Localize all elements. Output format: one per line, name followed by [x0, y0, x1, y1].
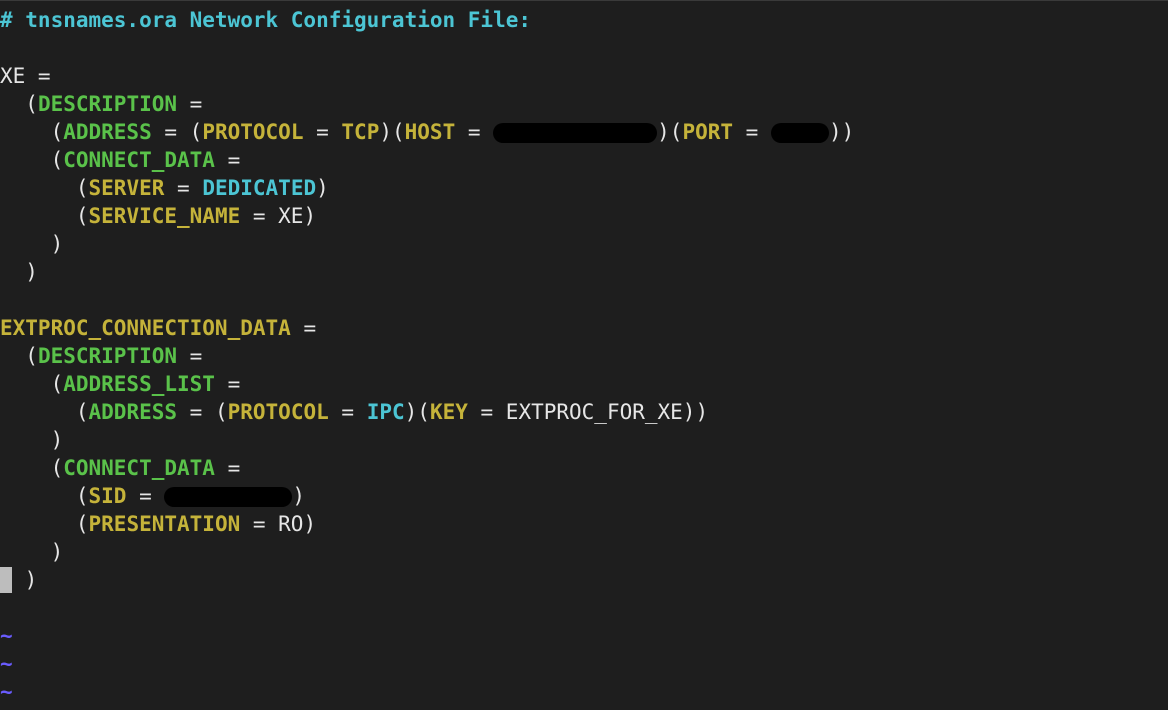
keyword-token: DESCRIPTION: [37, 92, 178, 116]
plain-text-token: XE =: [0, 64, 51, 88]
editor-line[interactable]: ~: [0, 622, 1168, 650]
plain-text-token: (: [0, 456, 64, 480]
sid-redaction: [164, 487, 293, 507]
parameter-token: SID: [88, 484, 127, 508]
host-redaction: [493, 123, 658, 143]
empty-line-marker: ~: [0, 680, 13, 704]
parameter-token: KEY: [429, 400, 468, 424]
plain-text-token: )(: [657, 120, 683, 144]
plain-text-token: (: [0, 176, 89, 200]
keyword-token: ADDRESS: [88, 400, 178, 424]
editor-line[interactable]: [0, 286, 1168, 314]
text-cursor: [0, 567, 12, 593]
parameter-token: TCP: [341, 120, 380, 144]
editor-line[interactable]: ): [0, 566, 1168, 594]
plain-text-token: = (: [177, 400, 228, 424]
keyword-token: ADDRESS_LIST: [63, 372, 215, 396]
editor-line[interactable]: (ADDRESS = (PROTOCOL = TCP)(HOST = )(POR…: [0, 118, 1168, 146]
plain-text-token: ): [0, 428, 64, 452]
parameter-token: PORT: [682, 120, 734, 144]
keyword-token: DESCRIPTION: [37, 344, 178, 368]
vim-editor-buffer[interactable]: # tnsnames.ora Network Configuration Fil…: [0, 6, 1168, 710]
plain-text-token: =: [177, 92, 203, 116]
parameter-token: SERVICE_NAME: [88, 204, 241, 228]
plain-text-token: (: [0, 484, 89, 508]
plain-text-token: )(: [404, 400, 430, 424]
plain-text-token: ): [0, 232, 64, 256]
editor-line[interactable]: (CONNECT_DATA =: [0, 146, 1168, 174]
plain-text-token: = EXTPROC_FOR_XE)): [467, 400, 709, 424]
plain-text-token: = RO): [240, 512, 317, 536]
plain-text-token: =: [214, 372, 241, 396]
plain-text-token: =: [164, 176, 203, 200]
comment-text: # tnsnames.ora Network Configuration Fil…: [0, 8, 532, 32]
parameter-token: EXTPROC_CONNECTION_DATA: [0, 316, 291, 340]
keyword-token: CONNECT_DATA: [63, 456, 215, 480]
editor-line[interactable]: (DESCRIPTION =: [0, 342, 1168, 370]
editor-line[interactable]: (CONNECT_DATA =: [0, 454, 1168, 482]
editor-line[interactable]: ~: [0, 678, 1168, 706]
plain-text-token: ): [0, 540, 64, 564]
plain-text-token: ): [292, 484, 306, 508]
value-token: DEDICATED: [202, 176, 317, 200]
keyword-token: CONNECT_DATA: [63, 148, 215, 172]
plain-text-token: (: [0, 204, 89, 228]
plain-text-token: =: [455, 120, 494, 144]
plain-text-token: = (: [151, 120, 203, 144]
plain-text-token: (: [0, 400, 89, 424]
editor-line[interactable]: (ADDRESS_LIST =: [0, 370, 1168, 398]
editor-line[interactable]: (SID = ): [0, 482, 1168, 510]
plain-text-token: =: [328, 400, 367, 424]
plain-text-token: =: [126, 484, 165, 508]
editor-line[interactable]: (PRESENTATION = RO): [0, 510, 1168, 538]
plain-text-token: ): [316, 176, 329, 200]
parameter-token: PRESENTATION: [88, 512, 241, 536]
empty-line-marker: ~: [0, 624, 13, 648]
plain-text-token: (: [0, 148, 64, 172]
plain-text-token: (: [0, 344, 38, 368]
plain-text-token: (: [0, 512, 89, 536]
editor-line[interactable]: (SERVER = DEDICATED): [0, 174, 1168, 202]
plain-text-token: )): [828, 120, 855, 144]
plain-text-token: (: [0, 372, 64, 396]
editor-line[interactable]: XE =: [0, 62, 1168, 90]
value-token: IPC: [366, 400, 405, 424]
plain-text-token: )(: [379, 120, 405, 144]
parameter-token: SERVER: [88, 176, 165, 200]
plain-text-token: (: [0, 92, 38, 116]
empty-line-marker: ~: [0, 652, 13, 676]
editor-line[interactable]: [0, 594, 1168, 622]
editor-line[interactable]: ): [0, 426, 1168, 454]
editor-line[interactable]: ~: [0, 650, 1168, 678]
editor-line[interactable]: (SERVICE_NAME = XE): [0, 202, 1168, 230]
editor-line[interactable]: (ADDRESS = (PROTOCOL = IPC)(KEY = EXTPRO…: [0, 398, 1168, 426]
editor-line[interactable]: [0, 34, 1168, 62]
editor-line[interactable]: (DESCRIPTION =: [0, 90, 1168, 118]
plain-text-token: =: [733, 120, 771, 144]
window-top-border: [0, 0, 1168, 1]
editor-line[interactable]: ): [0, 230, 1168, 258]
plain-text-token: =: [303, 120, 342, 144]
parameter-token: PROTOCOL: [227, 400, 329, 424]
plain-text-token: (: [0, 120, 64, 144]
editor-line[interactable]: ): [0, 258, 1168, 286]
plain-text-token: =: [214, 148, 241, 172]
editor-line[interactable]: # tnsnames.ora Network Configuration Fil…: [0, 6, 1168, 34]
editor-line[interactable]: ): [0, 538, 1168, 566]
keyword-token: ADDRESS: [63, 120, 152, 144]
plain-text-token: ): [0, 260, 38, 284]
parameter-token: HOST: [404, 120, 456, 144]
port-redaction: [770, 123, 829, 143]
plain-text-token: = XE): [240, 204, 317, 228]
plain-text-token: ): [12, 568, 38, 592]
plain-text-token: =: [214, 456, 241, 480]
plain-text-token: =: [177, 344, 203, 368]
editor-line[interactable]: EXTPROC_CONNECTION_DATA =: [0, 314, 1168, 342]
plain-text-token: =: [290, 316, 317, 340]
parameter-token: PROTOCOL: [202, 120, 304, 144]
